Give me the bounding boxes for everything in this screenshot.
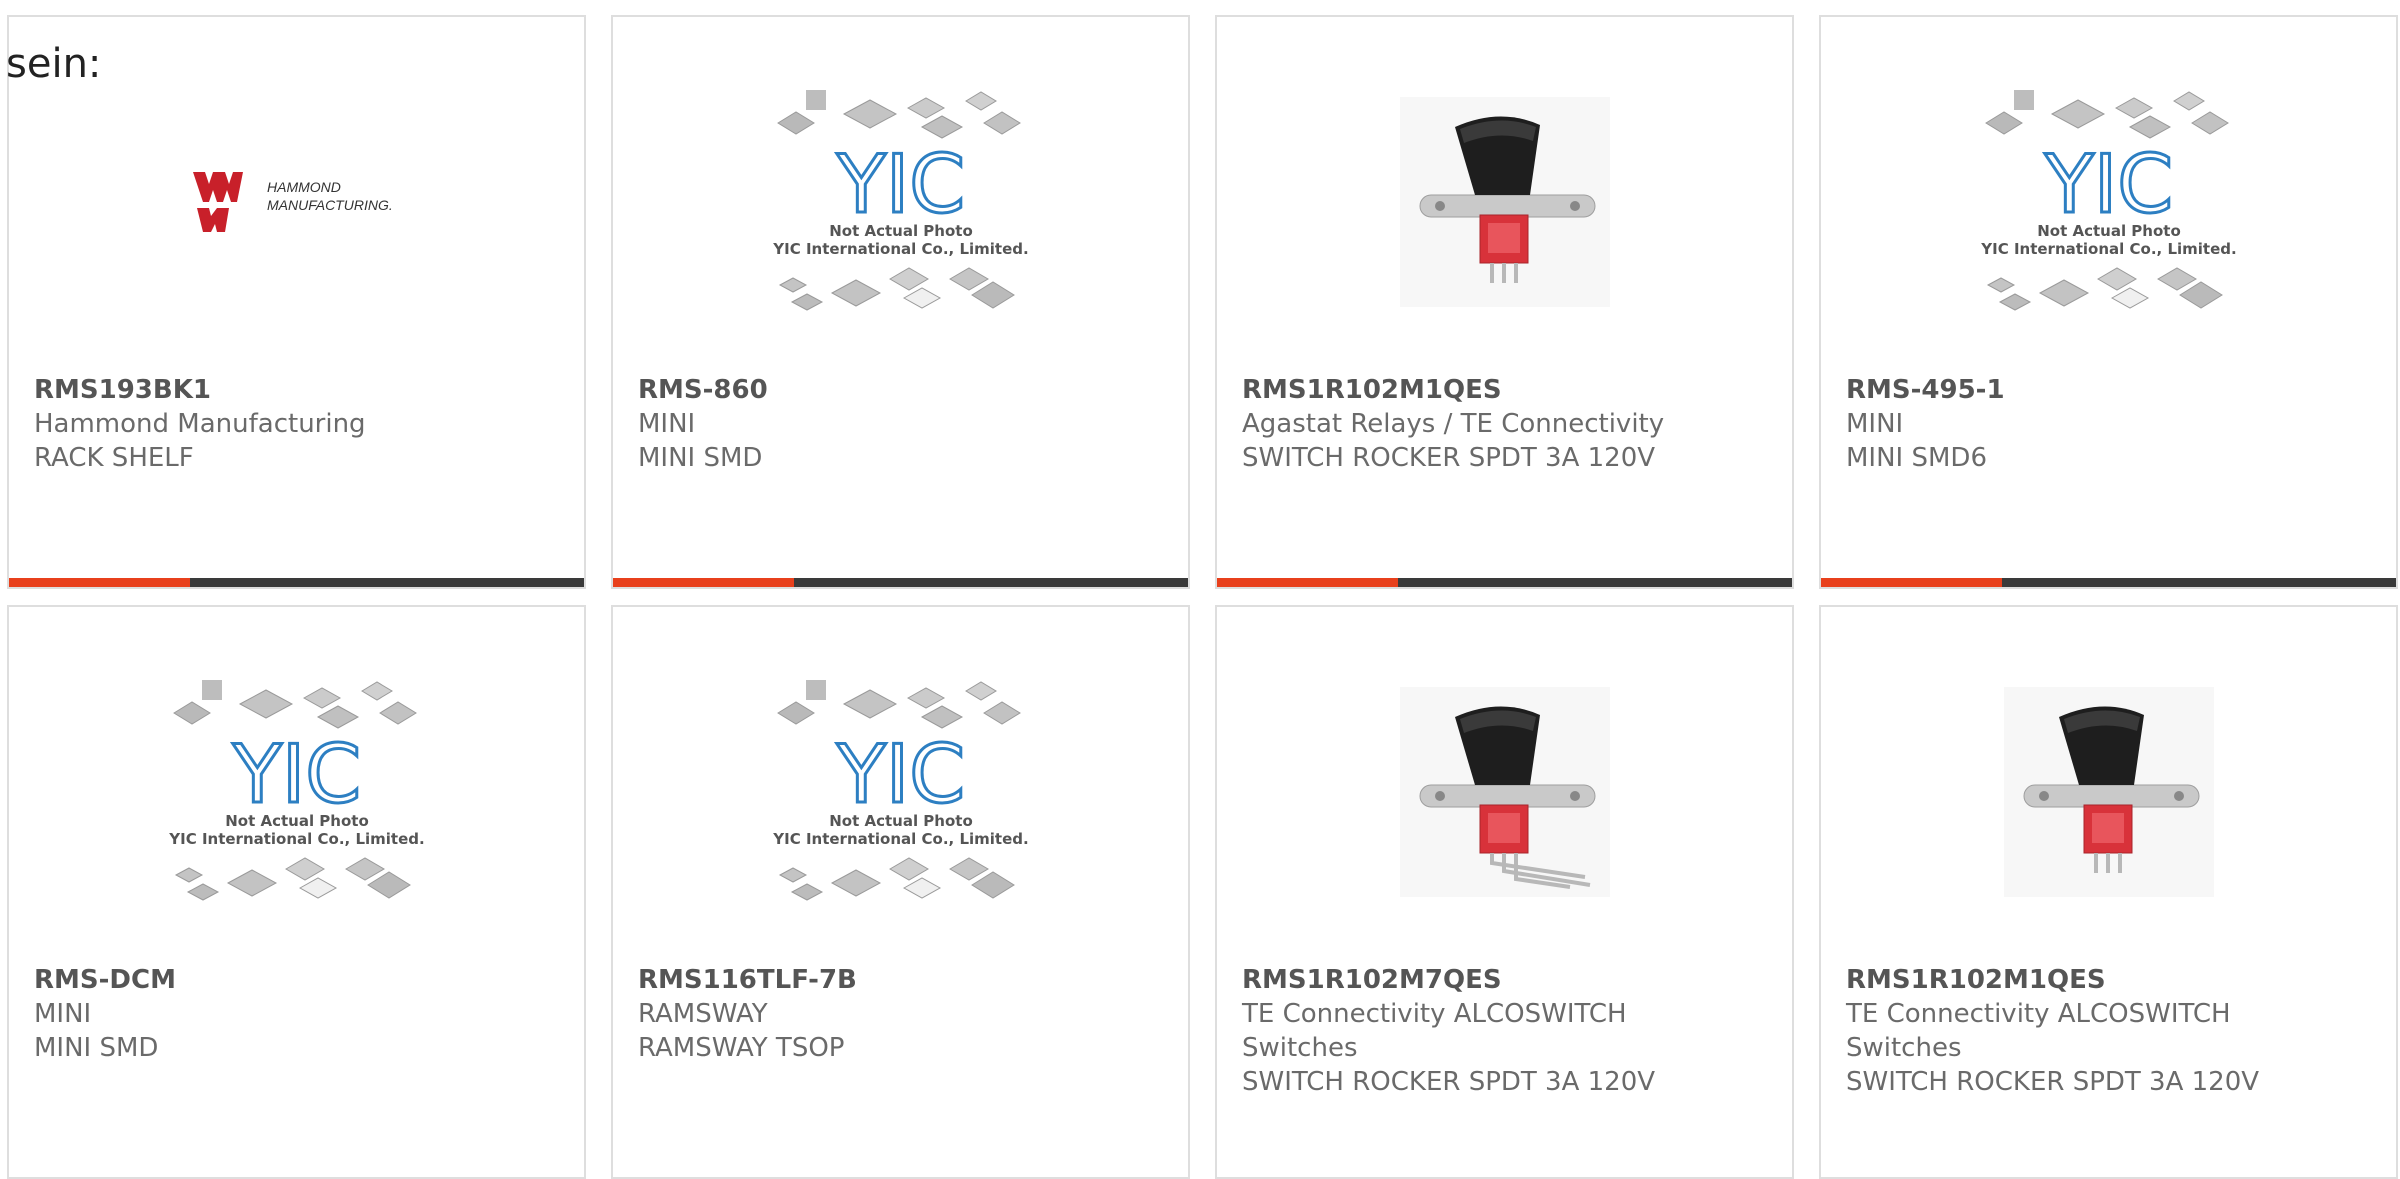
card-accent-bar	[1217, 578, 1792, 587]
yic-logo: YIC	[2043, 138, 2172, 231]
card-accent-highlight	[613, 578, 795, 587]
yic-logo: YIC	[231, 728, 360, 821]
product-description: MINI SMD	[638, 443, 763, 473]
manufacturer: MINI	[34, 999, 92, 1029]
svg-text:MANUFACTURING.: MANUFACTURING.	[267, 197, 393, 213]
product-card[interactable]: YIC Not Actual Photo YIC International Co.…	[611, 15, 1190, 589]
card-accent-bar	[9, 578, 584, 587]
product-info: RMS1R102M1QES Agastat Relays / TE Connect…	[1242, 373, 1772, 475]
product-image[interactable]: YIC Not Actual Photo YIC International Co.…	[613, 680, 1188, 902]
manufacturer: Agastat Relays / TE Connectivity	[1242, 409, 1665, 439]
svg-text:YIC International Co., Limited: YIC International Co., Limited.	[772, 240, 1028, 258]
product-description: RAMSWAY TSOP	[638, 1033, 845, 1063]
manufacturer: MINI	[638, 409, 696, 439]
part-number[interactable]: RMS-495-1	[1846, 373, 2376, 407]
product-image[interactable]: HAMMOND MANUFACTURING.	[9, 92, 584, 312]
part-number[interactable]: RMS-DCM	[34, 963, 564, 997]
svg-text:HAMMOND: HAMMOND	[267, 179, 341, 195]
manufacturer: RAMSWAY	[638, 999, 768, 1029]
product-card[interactable]: RMS1R102M7QES TE Connectivity ALCOSWITCH S…	[1215, 605, 1794, 1179]
svg-text:Not Actual Photo: Not Actual Photo	[829, 222, 973, 240]
product-card[interactable]: HAMMOND MANUFACTURING. RMS193BK1 Hammond Ma…	[7, 15, 586, 589]
svg-text:Not Actual Photo: Not Actual Photo	[225, 812, 369, 830]
part-number[interactable]: RMS-860	[638, 373, 1168, 407]
rocker-switch-image	[1399, 97, 1610, 307]
product-info: RMS1R102M1QES TE Connectivity ALCOSWITCH S…	[1846, 963, 2376, 1099]
card-accent-bar	[613, 578, 1188, 587]
product-info: RMS1R102M7QES TE Connectivity ALCOSWITCH S…	[1242, 963, 1772, 1099]
svg-text:Not Actual Photo: Not Actual Photo	[2037, 222, 2181, 240]
placeholder-image: YICNot Actual PhotoYIC International Co.…	[1980, 90, 2236, 311]
placeholder-image: YICNot Actual PhotoYIC International Co.…	[168, 680, 424, 901]
product-image[interactable]: YIC Not Actual Photo YIC International Co.…	[9, 680, 584, 902]
product-image[interactable]: YIC Not Actual Photo YIC International Co.…	[613, 90, 1188, 312]
svg-text:YIC International Co., Limited: YIC International Co., Limited.	[1980, 240, 2236, 258]
manufacturer: MINI	[1846, 409, 1904, 439]
placeholder-image: YICNot Actual PhotoYIC International Co.…	[772, 680, 1028, 901]
svg-text:YIC International Co., Limited: YIC International Co., Limited.	[168, 830, 424, 848]
part-number[interactable]: RMS193BK1	[34, 373, 564, 407]
placeholder-image: YICNot Actual PhotoYIC International Co.…	[772, 90, 1028, 311]
part-number[interactable]: RMS116TLF-7B	[638, 963, 1168, 997]
product-card[interactable]: YIC Not Actual Photo YIC International Co.…	[1819, 15, 2398, 589]
yic-logo: YIC	[835, 138, 964, 231]
manufacturer: TE Connectivity ALCOSWITCH	[1846, 999, 2231, 1029]
product-card[interactable]: YIC Not Actual Photo YIC International Co.…	[7, 605, 586, 1179]
product-description: SWITCH ROCKER SPDT 3A 120V	[1242, 443, 1656, 473]
product-info: RMS-DCM MINI MINI SMD	[34, 963, 564, 1065]
product-info: RMS-495-1 MINI MINI SMD6	[1846, 373, 2376, 475]
product-description: SWITCH ROCKER SPDT 3A 120V	[1846, 1067, 2260, 1097]
product-image[interactable]	[1821, 682, 2396, 902]
card-accent-highlight	[9, 578, 191, 587]
intro-text: sein:	[6, 41, 102, 87]
part-number[interactable]: RMS1R102M1QES	[1846, 963, 2376, 997]
yic-logo: YIC	[835, 728, 964, 821]
rocker-switch-image	[2003, 687, 2214, 897]
part-number[interactable]: RMS1R102M1QES	[1242, 373, 1772, 407]
manufacturer: Switches	[1846, 1033, 1962, 1063]
card-accent-bar	[1821, 578, 2396, 587]
svg-text:YIC International Co., Limited: YIC International Co., Limited.	[772, 830, 1028, 848]
product-image[interactable]	[1217, 92, 1792, 312]
product-card[interactable]: RMS1R102M1QES TE Connectivity ALCOSWITCH S…	[1819, 605, 2398, 1179]
rocker-switch-angled-image	[1399, 687, 1610, 897]
manufacturer: Switches	[1242, 1033, 1358, 1063]
manufacturer: Hammond Manufacturing	[34, 409, 366, 439]
card-accent-highlight	[1821, 578, 2003, 587]
manufacturer: TE Connectivity ALCOSWITCH	[1242, 999, 1627, 1029]
product-image[interactable]	[1217, 682, 1792, 902]
product-info: RMS-860 MINI MINI SMD	[638, 373, 1168, 475]
hammond-logo: HAMMOND MANUFACTURING.	[192, 172, 393, 232]
part-number[interactable]: RMS1R102M7QES	[1242, 963, 1772, 997]
product-image[interactable]: YIC Not Actual Photo YIC International Co.…	[1821, 90, 2396, 312]
product-card[interactable]: RMS1R102M1QES Agastat Relays / TE Connect…	[1215, 15, 1794, 589]
card-accent-highlight	[1217, 578, 1399, 587]
product-description: MINI SMD6	[1846, 443, 1987, 473]
product-info: RMS193BK1 Hammond Manufacturing RACK SHELF	[34, 373, 564, 475]
product-description: RACK SHELF	[34, 443, 194, 473]
product-info: RMS116TLF-7B RAMSWAY RAMSWAY TSOP	[638, 963, 1168, 1065]
product-description: MINI SMD	[34, 1033, 159, 1063]
product-card[interactable]: YIC Not Actual Photo YIC International Co.…	[611, 605, 1190, 1179]
svg-text:Not Actual Photo: Not Actual Photo	[829, 812, 973, 830]
product-description: SWITCH ROCKER SPDT 3A 120V	[1242, 1067, 1656, 1097]
